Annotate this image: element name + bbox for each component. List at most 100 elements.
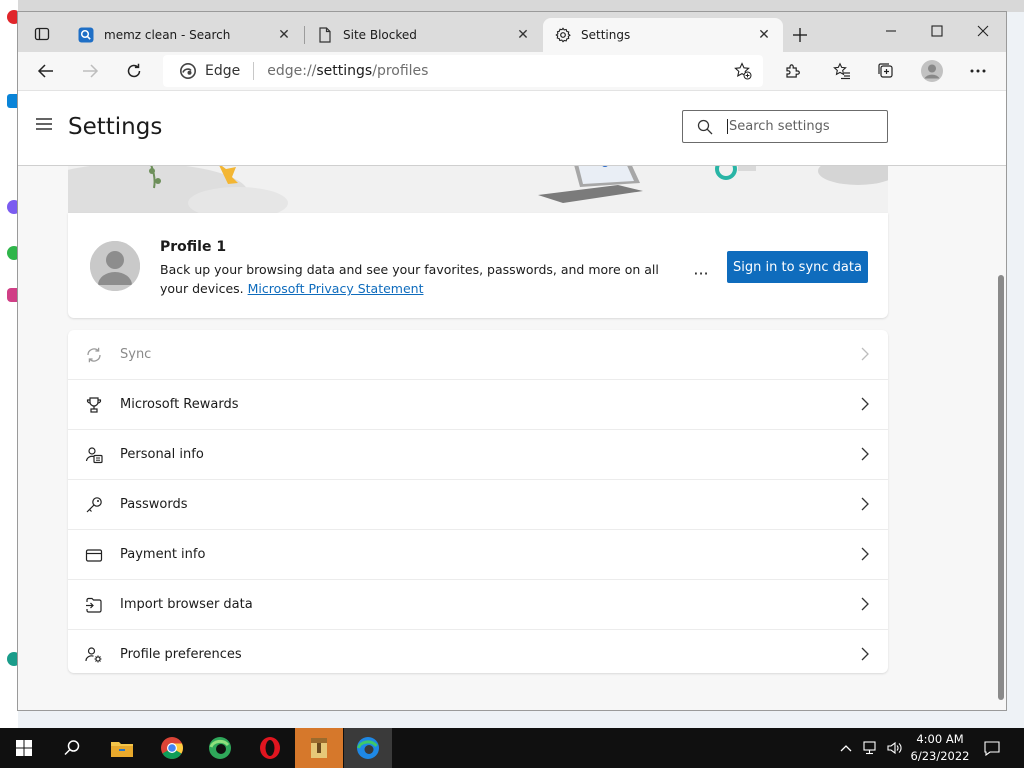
- forward-button[interactable]: [76, 57, 104, 85]
- personal-info-icon: [84, 445, 104, 465]
- collections-button[interactable]: [872, 57, 900, 85]
- plus-icon: [793, 28, 807, 42]
- sync-icon: [84, 345, 104, 365]
- chevron-right-icon: [861, 597, 869, 611]
- taskbar-file-explorer[interactable]: [98, 728, 146, 768]
- chrome-icon: [161, 737, 183, 759]
- taskbar-opera[interactable]: [246, 728, 294, 768]
- extensions-button[interactable]: [779, 57, 807, 85]
- start-button[interactable]: [0, 728, 48, 768]
- tab-title: Site Blocked: [343, 28, 417, 42]
- profile-preferences-icon: [84, 645, 104, 665]
- menu-item-import-browser-data[interactable]: Import browser data: [68, 580, 888, 630]
- profile-button[interactable]: [918, 57, 946, 85]
- search-input[interactable]: [727, 119, 879, 134]
- close-tab-icon[interactable]: ✕: [273, 24, 295, 46]
- scrollbar-thumb[interactable]: [998, 275, 1004, 700]
- sign-in-button[interactable]: Sign in to sync data: [727, 251, 868, 283]
- taskbar-edge-beta[interactable]: [196, 728, 244, 768]
- page-icon: [317, 27, 333, 43]
- background-window-strip: [18, 0, 1024, 12]
- puzzle-icon: [786, 64, 800, 78]
- close-tab-icon[interactable]: ✕: [753, 24, 775, 46]
- add-favorite-button[interactable]: [731, 59, 755, 83]
- address-separator: [253, 62, 255, 80]
- page-title: Settings: [68, 114, 163, 140]
- search-icon: [697, 119, 713, 134]
- profile-card: Profile 1 Back up your browsing data and…: [68, 213, 888, 318]
- taskbar-archive-app[interactable]: [295, 728, 343, 768]
- address-bar[interactable]: Edge edge://settings/profiles: [163, 55, 763, 87]
- settings-header: Settings: [18, 91, 1006, 166]
- tab-actions-button[interactable]: [28, 22, 56, 46]
- trophy-icon: [84, 395, 104, 415]
- refresh-button[interactable]: [120, 57, 148, 85]
- scrollbar[interactable]: [996, 165, 1006, 710]
- navigation-toolbar: Edge edge://settings/profiles: [18, 52, 1006, 91]
- profile-more-button[interactable]: ···: [690, 262, 712, 284]
- notifications-button[interactable]: [978, 728, 1006, 768]
- credit-card-icon: [84, 545, 104, 565]
- taskbar-chrome[interactable]: [148, 728, 196, 768]
- clock-time: 4:00 AM: [916, 732, 964, 746]
- tab-site-blocked[interactable]: Site Blocked ✕: [305, 18, 542, 52]
- tab-settings[interactable]: Settings ✕: [543, 18, 783, 52]
- notification-icon: [984, 741, 1000, 756]
- taskbar-clock[interactable]: 4:00 AM 6/23/2022: [908, 731, 972, 765]
- network-button[interactable]: [860, 728, 882, 768]
- close-window-button[interactable]: [960, 18, 1006, 44]
- minimize-button[interactable]: [868, 18, 914, 44]
- menu-item-profile-preferences[interactable]: Profile preferences: [68, 630, 888, 673]
- menu-item-personal-info[interactable]: Personal info: [68, 430, 888, 480]
- tab-title: Settings: [581, 28, 631, 42]
- tab-search[interactable]: memz clean - Search ✕: [66, 18, 303, 52]
- edge-icon: [357, 737, 379, 759]
- menu-item-microsoft-rewards[interactable]: Microsoft Rewards: [68, 380, 888, 430]
- archive-icon: [311, 738, 327, 758]
- folder-icon: [111, 742, 133, 757]
- opera-icon: [260, 737, 280, 759]
- menu-item-label: Sync: [120, 347, 152, 362]
- taskbar-edge[interactable]: [344, 728, 392, 768]
- avatar: [90, 241, 140, 291]
- chevron-right-icon: [861, 397, 869, 411]
- back-button[interactable]: [32, 57, 60, 85]
- maximize-button[interactable]: [914, 18, 960, 44]
- chevron-up-icon: [840, 745, 852, 752]
- chevron-right-icon: [861, 447, 869, 461]
- desktop-left-strip: [0, 0, 21, 728]
- menu-item-label: Passwords: [120, 497, 188, 512]
- hamburger-menu-button[interactable]: [35, 117, 57, 137]
- back-arrow-icon: [37, 64, 53, 78]
- menu-item-passwords[interactable]: Passwords: [68, 480, 888, 530]
- edge-beta-icon: [209, 737, 231, 759]
- tab-title: memz clean - Search: [104, 28, 231, 42]
- chevron-right-icon: [861, 647, 869, 661]
- favorites-icon: [833, 62, 850, 80]
- privacy-statement-link[interactable]: Microsoft Privacy Statement: [248, 281, 424, 296]
- hamburger-icon: [36, 118, 52, 130]
- avatar-icon: [921, 60, 943, 82]
- menu-item-label: Microsoft Rewards: [120, 397, 239, 412]
- windows-logo-icon: [16, 740, 32, 756]
- refresh-icon: [127, 63, 141, 78]
- new-tab-button[interactable]: [788, 23, 812, 47]
- import-icon: [84, 595, 104, 615]
- volume-button[interactable]: [884, 728, 906, 768]
- taskbar-search-button[interactable]: [48, 728, 96, 768]
- search-box[interactable]: [682, 110, 888, 143]
- tray-overflow-button[interactable]: [836, 728, 856, 768]
- settings-more-button[interactable]: [964, 57, 992, 85]
- minimize-icon: [886, 30, 896, 32]
- chevron-right-icon: [861, 547, 869, 561]
- speaker-icon: [887, 741, 902, 755]
- close-icon: [977, 25, 989, 37]
- tab-bar: memz clean - Search ✕ Site Blocked ✕ Set…: [18, 12, 1006, 52]
- menu-item-sync[interactable]: Sync: [68, 330, 888, 380]
- search-icon: [78, 27, 94, 43]
- menu-item-payment-info[interactable]: Payment info: [68, 530, 888, 580]
- favorites-button[interactable]: [828, 57, 856, 85]
- edge-brand: Edge: [179, 62, 240, 80]
- menu-item-label: Profile preferences: [120, 647, 242, 662]
- close-tab-icon[interactable]: ✕: [512, 24, 534, 46]
